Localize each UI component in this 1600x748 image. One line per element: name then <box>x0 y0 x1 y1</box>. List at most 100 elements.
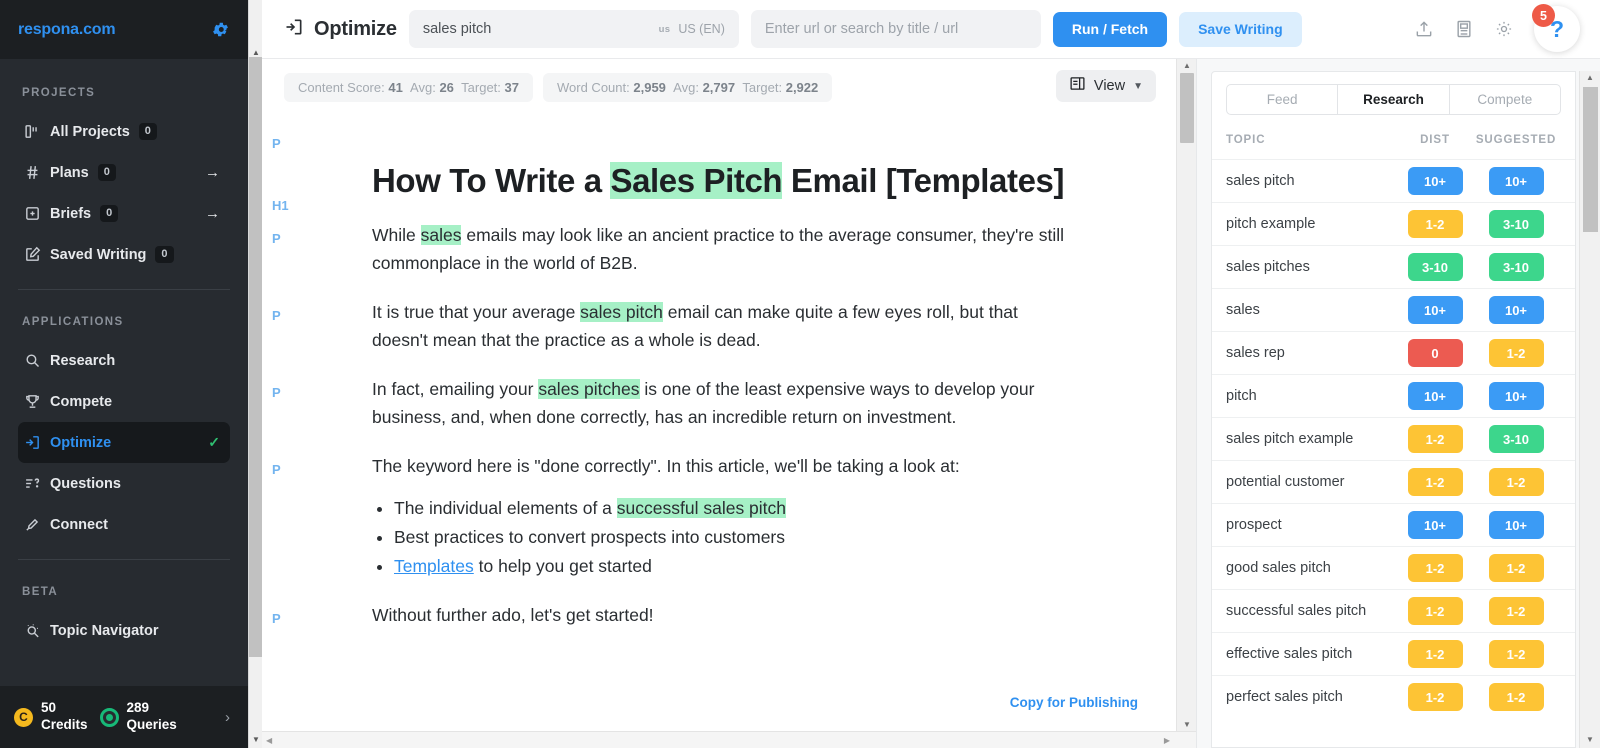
scroll-down-arrow-icon[interactable]: ▼ <box>1586 735 1594 744</box>
sidebar-item-plans[interactable]: Plans 0 → <box>18 152 230 193</box>
view-button[interactable]: View ▼ <box>1055 70 1156 102</box>
document-block[interactable]: P The keyword here is "done correctly". I… <box>262 452 1136 481</box>
tab-compete[interactable]: Compete <box>1449 84 1561 115</box>
save-writing-button[interactable]: Save Writing <box>1179 11 1302 47</box>
table-row[interactable]: successful sales pitch 1-2 1-2 <box>1212 589 1575 632</box>
document-vertical-scrollbar[interactable]: ▲ ▼ <box>1176 59 1196 731</box>
sidebar-item-topic-navigator[interactable]: Topic Navigator <box>18 610 230 651</box>
tab-feed[interactable]: Feed <box>1226 84 1339 115</box>
arrow-right-icon[interactable]: → <box>205 164 220 181</box>
sidebar-item-connect[interactable]: Connect <box>18 504 230 545</box>
scroll-up-arrow-icon[interactable]: ▲ <box>252 48 260 57</box>
scroll-left-arrow-icon[interactable]: ◀ <box>266 736 272 745</box>
table-row[interactable]: effective sales pitch 1-2 1-2 <box>1212 632 1575 675</box>
suggested-badge[interactable]: 10+ <box>1488 296 1544 324</box>
suggested-badge[interactable]: 10+ <box>1488 382 1544 410</box>
suggested-badge[interactable]: 3-10 <box>1488 425 1544 453</box>
dist-badge[interactable]: 1-2 <box>1407 468 1463 496</box>
scroll-up-arrow-icon[interactable]: ▲ <box>1183 61 1191 70</box>
tab-research[interactable]: Research <box>1338 84 1450 115</box>
credits-indicator[interactable]: C 50 Credits <box>14 700 88 734</box>
gear-icon[interactable] <box>211 20 230 39</box>
dist-badge[interactable]: 1-2 <box>1407 210 1463 238</box>
document-block[interactable]: The individual elements of a successful … <box>262 494 1136 581</box>
scroll-down-arrow-icon[interactable]: ▼ <box>252 735 260 744</box>
table-row[interactable]: good sales pitch 1-2 1-2 <box>1212 546 1575 589</box>
dist-badge[interactable]: 3-10 <box>1407 253 1463 281</box>
document-list[interactable]: The individual elements of a successful … <box>394 494 787 581</box>
scroll-up-arrow-icon[interactable]: ▲ <box>1586 73 1594 82</box>
table-row[interactable]: sales pitch 10+ 10+ <box>1212 159 1575 202</box>
arrow-right-icon[interactable]: → <box>205 205 220 222</box>
upload-icon[interactable] <box>1414 19 1434 39</box>
list-item[interactable]: The individual elements of a successful … <box>394 494 787 523</box>
dist-badge[interactable]: 1-2 <box>1407 640 1463 668</box>
scroll-right-arrow-icon[interactable]: ▶ <box>1164 736 1170 745</box>
suggested-badge[interactable]: 3-10 <box>1488 210 1544 238</box>
sidebar-scrollbar[interactable]: ▲ ▼ <box>248 0 263 748</box>
sidebar-scrollbar-thumb[interactable] <box>249 57 263 657</box>
document-paragraph[interactable]: While sales emails may look like an anci… <box>372 221 1072 278</box>
suggested-badge[interactable]: 1-2 <box>1488 468 1544 496</box>
dist-badge[interactable]: 10+ <box>1407 511 1463 539</box>
table-row[interactable]: perfect sales pitch 1-2 1-2 <box>1212 675 1575 718</box>
table-row[interactable]: potential customer 1-2 1-2 <box>1212 460 1575 503</box>
copy-for-publishing-link[interactable]: Copy for Publishing <box>1010 695 1138 710</box>
sidebar-item-saved-writing[interactable]: Saved Writing 0 <box>18 234 230 275</box>
chevron-right-icon[interactable]: › <box>225 709 234 726</box>
suggested-badge[interactable]: 10+ <box>1488 511 1544 539</box>
suggested-badge[interactable]: 3-10 <box>1488 253 1544 281</box>
queries-indicator[interactable]: 289 Queries <box>99 700 177 734</box>
scroll-down-arrow-icon[interactable]: ▼ <box>1183 720 1191 729</box>
list-item[interactable]: Templates to help you get started <box>394 552 786 581</box>
table-row[interactable]: sales pitches 3-10 3-10 <box>1212 245 1575 288</box>
url-input[interactable]: Enter url or search by title / url <box>750 10 1041 48</box>
document-block[interactable]: P Without further ado, let's get started! <box>262 601 1136 630</box>
table-row[interactable]: prospect 10+ 10+ <box>1212 503 1575 546</box>
document-block[interactable]: P While sales emails may look like an anc… <box>262 221 1136 278</box>
dist-badge[interactable]: 10+ <box>1407 167 1463 195</box>
dist-badge[interactable]: 10+ <box>1407 296 1463 324</box>
sidebar-item-compete[interactable]: Compete <box>18 381 230 422</box>
table-row[interactable]: sales 10+ 10+ <box>1212 288 1575 331</box>
suggested-badge[interactable]: 1-2 <box>1488 683 1544 711</box>
document-block[interactable]: P <box>262 126 1136 151</box>
document-block[interactable]: H1 How To Write a Sales Pitch Email [Temp… <box>262 162 1136 213</box>
dist-badge[interactable]: 1-2 <box>1407 554 1463 582</box>
dist-badge[interactable]: 1-2 <box>1407 425 1463 453</box>
sidebar-item-all-projects[interactable]: All Projects 0 <box>18 111 230 152</box>
dist-badge[interactable]: 1-2 <box>1407 597 1463 625</box>
list-item[interactable]: Best practices to convert prospects into… <box>394 523 786 552</box>
inline-link[interactable]: Templates <box>394 556 474 576</box>
document-horizontal-scrollbar[interactable]: ◀ ▶ <box>262 731 1196 748</box>
document-paragraph[interactable]: In fact, emailing your sales pitches is … <box>372 375 1072 432</box>
document-block[interactable]: P It is true that your average sales pitc… <box>262 298 1136 355</box>
document-paragraph[interactable]: Without further ado, let's get started! <box>372 601 654 630</box>
suggested-badge[interactable]: 1-2 <box>1488 339 1544 367</box>
settings-gear-icon[interactable] <box>1494 19 1514 39</box>
document-scrollbar-thumb[interactable] <box>1180 73 1194 143</box>
table-row[interactable]: sales rep 0 1-2 <box>1212 331 1575 374</box>
brand-label[interactable]: respona.com <box>18 21 116 39</box>
document-block[interactable]: P In fact, emailing your sales pitches is… <box>262 375 1136 432</box>
sidebar-item-research[interactable]: Research <box>18 340 230 381</box>
table-row[interactable]: pitch example 1-2 3-10 <box>1212 202 1575 245</box>
dist-badge[interactable]: 10+ <box>1407 382 1463 410</box>
sidebar-item-briefs[interactable]: Briefs 0 → <box>18 193 230 234</box>
dist-badge[interactable]: 0 <box>1407 339 1463 367</box>
table-row[interactable]: sales pitch example 1-2 3-10 <box>1212 417 1575 460</box>
panel-vertical-scrollbar[interactable]: ▲ ▼ <box>1579 71 1600 748</box>
document-heading[interactable]: How To Write a Sales Pitch Email [Templa… <box>372 162 1064 201</box>
suggested-badge[interactable]: 1-2 <box>1488 554 1544 582</box>
suggested-badge[interactable]: 1-2 <box>1488 597 1544 625</box>
panel-scrollbar-thumb[interactable] <box>1583 87 1598 232</box>
keyword-input[interactable]: sales pitch us US (EN) <box>408 10 739 48</box>
table-row[interactable]: pitch 10+ 10+ <box>1212 374 1575 417</box>
dist-badge[interactable]: 1-2 <box>1407 683 1463 711</box>
run-fetch-button[interactable]: Run / Fetch <box>1052 11 1168 47</box>
document-layout-icon[interactable] <box>1454 19 1474 39</box>
document-editor[interactable]: P H1 How To Write a Sales Pitch Email [Tem… <box>262 112 1196 748</box>
document-paragraph[interactable]: The keyword here is "done correctly". In… <box>372 452 960 481</box>
sidebar-item-questions[interactable]: Questions <box>18 463 230 504</box>
suggested-badge[interactable]: 10+ <box>1488 167 1544 195</box>
